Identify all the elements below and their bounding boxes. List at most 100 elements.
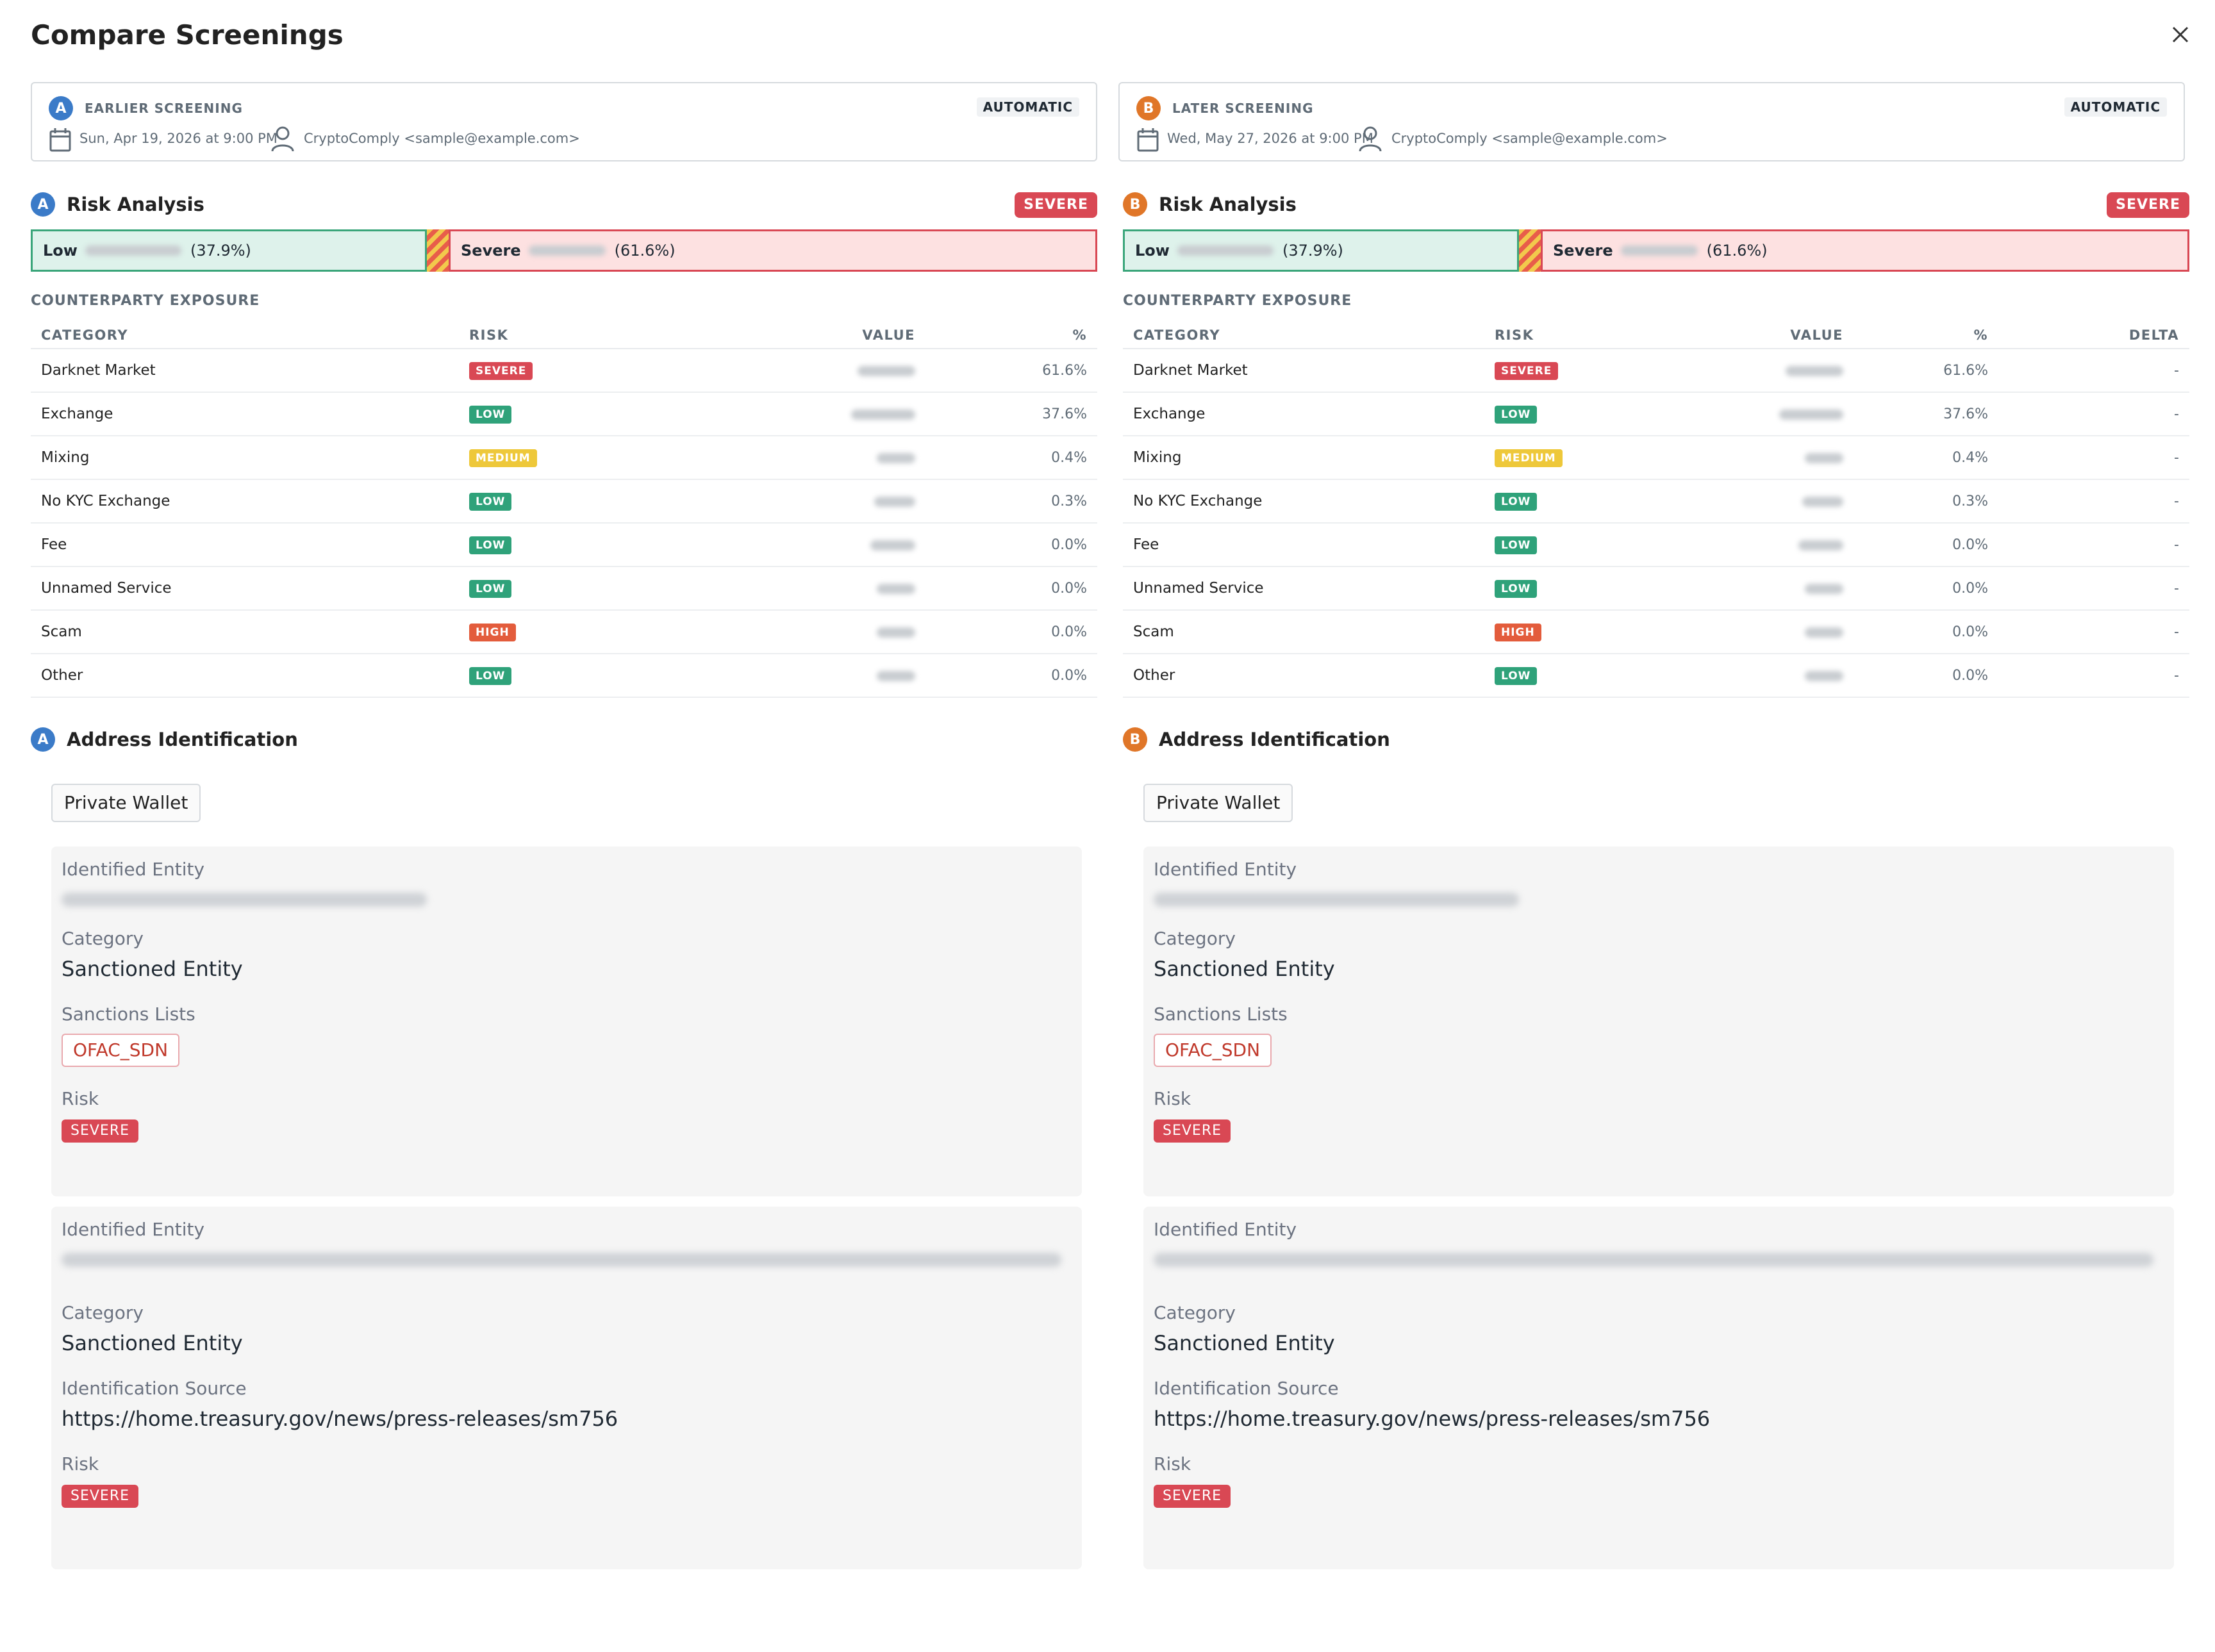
row-pct: 61.6% [925, 349, 1097, 393]
wallet-type-tag[interactable]: Private Wallet [51, 784, 201, 822]
col-risk: RISK [459, 322, 733, 349]
category-label: Category [62, 928, 144, 949]
risk-badge: LOW [1495, 579, 1538, 598]
risk-badge: SEVERE [469, 361, 533, 380]
table-row: Fee LOW 0.0% - [1123, 523, 2189, 567]
blurred-value [85, 245, 181, 256]
table-row: Scam HIGH 0.0% - [1123, 610, 2189, 654]
risk-badge: HIGH [469, 623, 516, 641]
table-row: Unnamed Service LOW 0.0% [31, 566, 1097, 611]
risk-badge: LOW [1495, 666, 1538, 685]
screening-a-user: CryptoComply <sample@example.com> [304, 131, 580, 146]
table-row: No KYC Exchange LOW 0.3% [31, 479, 1097, 524]
identification-source-link[interactable]: https://home.treasury.gov/news/press-rel… [1154, 1405, 2164, 1432]
row-category: Other [1123, 654, 1484, 698]
identification-source-link[interactable]: https://home.treasury.gov/news/press-rel… [62, 1405, 1072, 1432]
row-category: Unnamed Service [1123, 566, 1484, 611]
row-pct: 0.0% [925, 566, 1097, 611]
screening-badge: B [1123, 192, 1147, 217]
mixed-risk-segment [427, 229, 449, 272]
table-row: Fee LOW 0.0% [31, 523, 1097, 567]
low-label: Low [43, 242, 78, 260]
risk-label: Risk [1154, 1453, 1191, 1474]
blurred-entity-name [62, 893, 427, 907]
blurred-value [877, 670, 915, 681]
row-delta: - [1998, 610, 2189, 654]
identified-entity-card: Identified Entity Category Sanctioned En… [1143, 847, 2174, 1196]
identified-entity-card: Identified Entity Category Sanctioned En… [1143, 1207, 2174, 1569]
risk-badge: SEVERE [62, 1485, 139, 1508]
row-category: Exchange [1123, 392, 1484, 436]
identified-entity-label: Identified Entity [1154, 859, 1297, 880]
blurred-value [1779, 409, 1843, 420]
risk-label: Risk [62, 1088, 99, 1109]
screening-b-card: B LATER SCREENING AUTOMATIC Wed, May 27,… [1118, 82, 2185, 161]
exposure-table: CATEGORY RISK VALUE % Darknet Market SEVE… [31, 322, 1097, 698]
risk-badge: LOW [469, 536, 512, 554]
category-label: Category [1154, 1302, 1236, 1323]
row-category: Other [31, 654, 459, 698]
screening-b-mode: AUTOMATIC [2064, 97, 2167, 117]
col-category: CATEGORY [31, 322, 459, 349]
category-label: Category [62, 1302, 144, 1323]
table-row: Exchange LOW 37.6% - [1123, 392, 2189, 436]
row-category: No KYC Exchange [31, 479, 459, 524]
severe-risk-segment: Severe (61.6%) [449, 229, 1097, 272]
identified-entity-label: Identified Entity [62, 1219, 205, 1240]
screening-a-badge: A [49, 96, 73, 120]
severe-pct: (61.6%) [614, 242, 676, 260]
risk-badge: LOW [469, 579, 512, 598]
severe-pct: (61.6%) [1706, 242, 1768, 260]
risk-badge: LOW [1495, 405, 1538, 424]
column-a: A Risk Analysis SEVERE Low (37.9%) Sever… [31, 186, 1097, 1569]
col-delta: DELTA [1998, 322, 2189, 349]
identified-entity-label: Identified Entity [62, 859, 205, 880]
screening-a-label: EARLIER SCREENING [85, 101, 243, 116]
table-row: Mixing MEDIUM 0.4% [31, 436, 1097, 480]
row-pct: 61.6% [1854, 349, 1998, 393]
risk-badge: LOW [469, 492, 512, 511]
row-category: Scam [31, 610, 459, 654]
row-pct: 0.0% [925, 523, 1097, 567]
table-row: Unnamed Service LOW 0.0% - [1123, 566, 2189, 611]
blurred-value [1802, 496, 1843, 507]
row-category: Fee [31, 523, 459, 567]
sanctions-list-tag: OFAC_SDN [1154, 1034, 1272, 1067]
exposure-table: CATEGORY RISK VALUE % DELTA Darknet Mark… [1123, 322, 2189, 698]
blurred-value [858, 365, 915, 376]
blurred-value [1177, 245, 1273, 256]
dialog-title: Compare Screenings [31, 19, 344, 51]
blurred-value [1620, 245, 1698, 256]
risk-distribution-bar: Low (37.9%) Severe (61.6%) [31, 229, 1097, 272]
blurred-value [1786, 365, 1843, 376]
row-category: Darknet Market [31, 349, 459, 393]
table-row: Scam HIGH 0.0% [31, 610, 1097, 654]
blurred-value [877, 452, 915, 463]
blurred-value [877, 627, 915, 638]
row-category: No KYC Exchange [1123, 479, 1484, 524]
category-value: Sanctioned Entity [62, 957, 243, 981]
col-category: CATEGORY [1123, 322, 1484, 349]
identified-entity-label: Identified Entity [1154, 1219, 1297, 1240]
address-identification-title: Address Identification [67, 729, 298, 750]
risk-badge: LOW [1495, 536, 1538, 554]
blurred-value [1805, 670, 1843, 681]
risk-badge: LOW [469, 405, 512, 424]
row-delta: - [1998, 436, 2189, 480]
close-button[interactable] [2165, 19, 2196, 50]
blurred-value [1805, 583, 1843, 594]
column-b: B Risk Analysis SEVERE Low (37.9%) Sever… [1123, 186, 2189, 1569]
blurred-entity-name [62, 1253, 1061, 1267]
wallet-type-tag[interactable]: Private Wallet [1143, 784, 1293, 822]
row-pct: 0.3% [1854, 479, 1998, 524]
risk-distribution-bar: Low (37.9%) Severe (61.6%) [1123, 229, 2189, 272]
blurred-value [1805, 627, 1843, 638]
row-category: Mixing [31, 436, 459, 480]
table-row: Mixing MEDIUM 0.4% - [1123, 436, 2189, 480]
risk-badge: SEVERE [62, 1119, 139, 1143]
blurred-entity-name [1154, 893, 1519, 907]
blurred-value [1798, 540, 1843, 550]
table-row: Darknet Market SEVERE 61.6% - [1123, 349, 2189, 393]
address-identification-header: B Address Identification [1123, 721, 2189, 757]
risk-analysis-title: Risk Analysis [67, 194, 204, 215]
